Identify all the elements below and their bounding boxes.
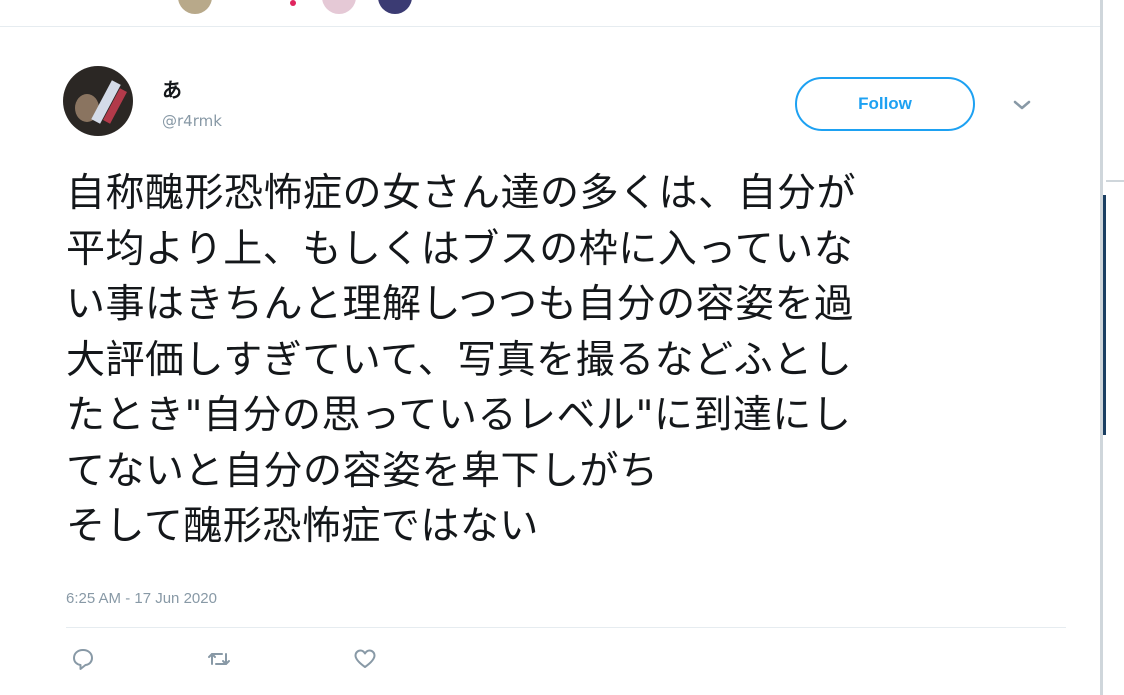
tweet-text-line: てないと自分の容姿を卑下しがち <box>66 448 659 494</box>
tweet-timestamp[interactable]: 6:25 AM - 17 Jun 2020 <box>66 590 217 607</box>
user-avatar[interactable] <box>63 66 133 136</box>
tweet-text-line: 大評価しすぎていて、写真を撮るなどふとし <box>66 337 853 383</box>
display-name[interactable]: あ <box>162 74 182 103</box>
user-handle[interactable]: @r4rmk <box>162 112 222 130</box>
divider <box>0 26 1100 27</box>
tweet-text-line: い事はきちんと理解しつつも自分の容姿を過 <box>66 282 854 327</box>
heart-icon[interactable] <box>352 646 378 672</box>
tweet-text-line: たとき"自分の思っているレベル"に到達にし <box>66 393 852 438</box>
reply-icon[interactable] <box>70 646 96 672</box>
scrollbar[interactable] <box>1103 195 1124 435</box>
avatar <box>378 0 412 14</box>
scrollbar-cap <box>1106 180 1124 182</box>
chevron-down-icon[interactable] <box>1010 96 1034 114</box>
previous-tweet-strip <box>0 0 1100 26</box>
tweet-text-line: そして醜形恐怖症ではない <box>66 504 539 549</box>
avatar <box>322 0 356 14</box>
tweet-text: 自称醜形恐怖症の女さん達の多くは、自分が 平均より上、もしくはブスの枠に入ってい… <box>66 166 1026 555</box>
tweet-text-line: 平均より上、もしくはブスの枠に入っていな <box>66 226 854 272</box>
avatar <box>178 0 212 14</box>
divider <box>66 627 1066 628</box>
notification-dot <box>290 0 296 6</box>
tweet-text-line: 自称醜形恐怖症の女さん達の多くは、自分が <box>66 171 857 216</box>
retweet-icon[interactable] <box>206 646 232 672</box>
follow-button[interactable]: Follow <box>795 77 975 131</box>
